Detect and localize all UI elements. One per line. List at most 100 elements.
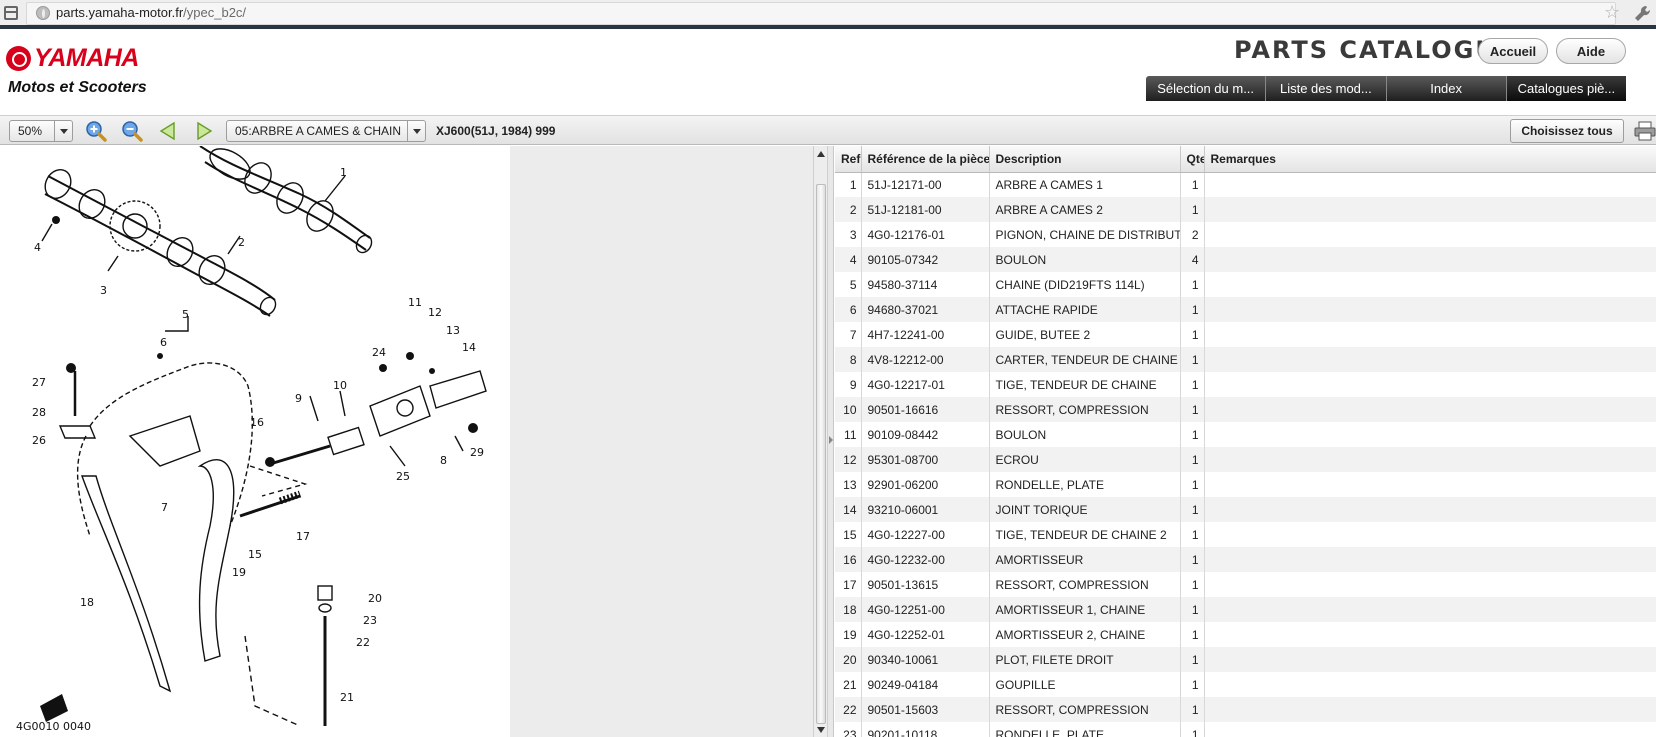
callout-28[interactable]: 28 xyxy=(32,406,46,419)
row-remarks xyxy=(1204,197,1656,222)
callout-5[interactable]: 5 xyxy=(182,308,189,321)
table-row[interactable]: 6 94680-37021 ATTACHE RAPIDE 1 xyxy=(835,297,1656,322)
callout-7[interactable]: 7 xyxy=(161,501,168,514)
scroll-thumb[interactable] xyxy=(816,184,826,724)
row-remarks xyxy=(1204,272,1656,297)
row-remarks xyxy=(1204,622,1656,647)
zoom-out-icon[interactable] xyxy=(120,120,144,142)
chapter-value: 05:ARBRE A CAMES & CHAIN xyxy=(235,124,402,138)
row-part-number: 90501-16616 xyxy=(861,397,990,422)
table-row[interactable]: 23 90201-10118 RONDELLE, PLATE 1 xyxy=(835,722,1656,737)
callout-15[interactable]: 15 xyxy=(248,548,262,561)
callout-9[interactable]: 9 xyxy=(295,392,302,405)
panel-splitter[interactable] xyxy=(828,146,834,737)
row-quantity: 1 xyxy=(1180,447,1205,472)
chevron-down-icon[interactable] xyxy=(54,121,72,141)
col-header-remarks[interactable]: Remarques xyxy=(1204,146,1656,173)
callout-18[interactable]: 18 xyxy=(80,596,94,609)
table-row[interactable]: 9 4G0-12217-01 TIGE, TENDEUR DE CHAINE 1 xyxy=(835,372,1656,397)
callout-6[interactable]: 6 xyxy=(160,336,167,349)
table-row[interactable]: 4 90105-07342 BOULON 4 xyxy=(835,247,1656,272)
callout-12[interactable]: 12 xyxy=(428,306,442,319)
row-description: AMORTISSEUR 2, CHAINE xyxy=(989,622,1181,647)
table-row[interactable]: 10 90501-16616 RESSORT, COMPRESSION 1 xyxy=(835,397,1656,422)
row-remarks xyxy=(1204,422,1656,447)
chapter-select[interactable]: 05:ARBRE A CAMES & CHAIN xyxy=(226,120,426,142)
bookmark-star-icon[interactable]: ☆ xyxy=(1604,2,1620,22)
help-button[interactable]: Aide xyxy=(1556,38,1626,64)
callout-2[interactable]: 2 xyxy=(238,236,245,249)
table-row[interactable]: 13 92901-06200 RONDELLE, PLATE 1 xyxy=(835,472,1656,497)
callout-1[interactable]: 1 xyxy=(340,166,347,179)
table-row[interactable]: 5 94580-37114 CHAINE (DID219FTS 114L) 1 xyxy=(835,272,1656,297)
callout-19[interactable]: 19 xyxy=(232,566,246,579)
table-row[interactable]: 12 95301-08700 ECROU 1 xyxy=(835,447,1656,472)
col-header-description[interactable]: Description xyxy=(989,146,1181,173)
table-row[interactable]: 2 51J-12181-00 ARBRE A CAMES 21 xyxy=(835,197,1656,222)
callout-26[interactable]: 26 xyxy=(32,434,46,447)
col-header-ref[interactable]: Ref xyxy=(835,146,862,173)
callout-21[interactable]: 21 xyxy=(340,691,354,704)
next-page-icon[interactable] xyxy=(192,120,216,142)
callout-4[interactable]: 4 xyxy=(34,241,41,254)
table-row[interactable]: 1 51J-12171-00 ARBRE A CAMES 11 xyxy=(835,172,1656,197)
chevron-down-icon[interactable] xyxy=(407,121,425,141)
scroll-down-arrow-icon[interactable] xyxy=(817,727,825,733)
callout-27[interactable]: 27 xyxy=(32,376,46,389)
table-row[interactable]: 11 90109-08442 BOULON 1 xyxy=(835,422,1656,447)
callout-8[interactable]: 8 xyxy=(440,454,447,467)
col-header-part-number[interactable]: Référence de la pièce xyxy=(861,146,990,173)
url-text[interactable]: parts.yamaha-motor.fr/ypec_b2c/ xyxy=(56,5,246,20)
tab-model-selection[interactable]: Sélection du m... xyxy=(1146,76,1267,101)
home-button[interactable]: Accueil xyxy=(1478,38,1548,64)
scroll-up-arrow-icon[interactable] xyxy=(817,151,825,157)
callout-17[interactable]: 17 xyxy=(296,530,310,543)
table-row[interactable]: 16 4G0-12232-00 AMORTISSEUR 1 xyxy=(835,547,1656,572)
parts-table-header: Ref Référence de la pièce Description Qt… xyxy=(835,146,1656,173)
table-row[interactable]: 20 90340-10061 PLOT, FILETE DROIT 1 xyxy=(835,647,1656,672)
callout-14[interactable]: 14 xyxy=(462,341,476,354)
table-row[interactable]: 3 4G0-12176-01 PIGNON, CHAINE DE DISTRIBUT… xyxy=(835,222,1656,247)
table-row[interactable]: 15 4G0-12227-00 TIGE, TENDEUR DE CHAINE 21 xyxy=(835,522,1656,547)
yamaha-logo[interactable]: YAMAHA xyxy=(6,44,139,72)
callout-29[interactable]: 29 xyxy=(470,446,484,459)
callout-20[interactable]: 20 xyxy=(368,592,382,605)
table-row[interactable]: 19 4G0-12252-01 AMORTISSEUR 2, CHAINE 1 xyxy=(835,622,1656,647)
exploded-parts-diagram[interactable]: 1 2 3 4 5 6 7 8 9 10 11 12 13 14 15 16 1… xyxy=(0,146,510,737)
callout-24[interactable]: 24 xyxy=(372,346,386,359)
wrench-icon[interactable] xyxy=(1632,3,1654,25)
choose-all-button[interactable]: Choisissez tous xyxy=(1510,119,1624,143)
row-ref: 22 xyxy=(835,697,862,722)
tab-model-list[interactable]: Liste des mod... xyxy=(1266,76,1387,101)
table-row[interactable]: 14 93210-06001 JOINT TORIQUE 1 xyxy=(835,497,1656,522)
callout-16[interactable]: 16 xyxy=(250,416,264,429)
diagram-vertical-scrollbar[interactable] xyxy=(813,146,828,737)
col-header-quantity[interactable]: Qte xyxy=(1180,146,1205,173)
table-row[interactable]: 22 90501-15603 RESSORT, COMPRESSION 1 xyxy=(835,697,1656,722)
zoom-in-icon[interactable] xyxy=(84,120,108,142)
tab-parts-catalogues[interactable]: Catalogues piè... xyxy=(1506,76,1626,101)
previous-page-icon[interactable] xyxy=(156,120,180,142)
callout-11[interactable]: 11 xyxy=(408,296,422,309)
table-row[interactable]: 18 4G0-12251-00 AMORTISSEUR 1, CHAINE 1 xyxy=(835,597,1656,622)
row-ref: 18 xyxy=(835,597,862,622)
row-ref: 8 xyxy=(835,347,862,372)
callout-13[interactable]: 13 xyxy=(446,324,460,337)
row-quantity: 1 xyxy=(1180,172,1205,197)
url-field[interactable] xyxy=(26,2,1616,25)
callout-3[interactable]: 3 xyxy=(100,284,107,297)
callout-10[interactable]: 10 xyxy=(333,379,347,392)
print-icon[interactable] xyxy=(1634,121,1656,141)
callout-25[interactable]: 25 xyxy=(396,470,410,483)
url-host: parts.yamaha-motor.fr xyxy=(56,5,184,20)
callout-22[interactable]: 22 xyxy=(356,636,370,649)
table-row[interactable]: 7 4H7-12241-00 GUIDE, BUTEE 21 xyxy=(835,322,1656,347)
tab-index[interactable]: Index xyxy=(1386,76,1507,101)
browser-menu-icon[interactable] xyxy=(4,6,18,20)
collapse-arrow-icon[interactable] xyxy=(829,436,833,444)
table-row[interactable]: 21 90249-04184 GOUPILLE 1 xyxy=(835,672,1656,697)
table-row[interactable]: 17 90501-13615 RESSORT, COMPRESSION 1 xyxy=(835,572,1656,597)
zoom-select[interactable]: 50% xyxy=(9,120,73,142)
callout-23[interactable]: 23 xyxy=(363,614,377,627)
table-row[interactable]: 8 4V8-12212-00 CARTER, TENDEUR DE CHAINE 1 xyxy=(835,347,1656,372)
